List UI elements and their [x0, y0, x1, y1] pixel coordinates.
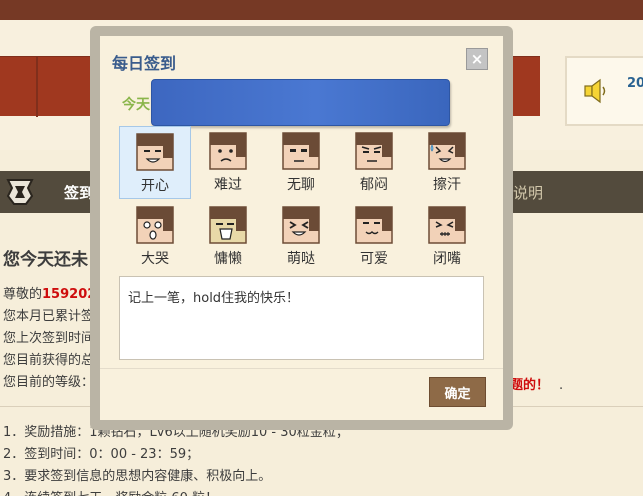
mood-label: 可爱 — [360, 251, 388, 267]
confirm-button[interactable]: 确定 — [429, 377, 486, 407]
mood-option-gloomy[interactable]: 郁闷 — [338, 126, 410, 199]
mood-option-crying[interactable]: 大哭 — [119, 200, 191, 273]
mood-option-happy[interactable]: 开心 — [119, 126, 191, 199]
mood-label: 慵懒 — [214, 251, 242, 267]
dialog-divider — [100, 368, 503, 369]
lovely-face-icon — [355, 206, 393, 244]
mood-label: 擦汗 — [433, 177, 461, 193]
mood-option-sweat[interactable]: 擦汗 — [411, 126, 483, 199]
mood-label: 闭嘴 — [433, 251, 461, 267]
mood-tooltip — [151, 79, 450, 126]
shut-up-face-icon — [428, 206, 466, 244]
lazy-face-icon — [209, 206, 247, 244]
sweat-face-icon — [428, 132, 466, 170]
cute-face-icon — [282, 206, 320, 244]
gloomy-face-icon — [355, 132, 393, 170]
mood-label: 郁闷 — [360, 177, 388, 193]
daily-signin-dialog: 每日签到 × 今天 开心 难过 无聊 郁闷 擦汗 大哭 慵懒 萌哒 可爱 闭嘴 … — [100, 36, 503, 420]
mood-message-input[interactable]: 记上一笔，hold住我的快乐！ — [119, 276, 484, 360]
today-label: 今天 — [122, 97, 150, 113]
happy-face-icon — [136, 133, 174, 171]
close-button[interactable]: × — [466, 48, 488, 70]
mood-label: 无聊 — [287, 177, 315, 193]
mood-option-cute[interactable]: 萌哒 — [265, 200, 337, 273]
mood-option-bored[interactable]: 无聊 — [265, 126, 337, 199]
bored-face-icon — [282, 132, 320, 170]
mood-label: 萌哒 — [287, 251, 315, 267]
crying-face-icon — [136, 206, 174, 244]
mood-option-lazy[interactable]: 慵懒 — [192, 200, 264, 273]
mood-label: 难过 — [214, 177, 242, 193]
mood-label: 开心 — [141, 178, 169, 194]
dialog-title: 每日签到 — [112, 54, 177, 73]
mood-option-shut-up[interactable]: 闭嘴 — [411, 200, 483, 273]
mood-option-lovely[interactable]: 可爱 — [338, 200, 410, 273]
mood-option-sad[interactable]: 难过 — [192, 126, 264, 199]
sad-face-icon — [209, 132, 247, 170]
mood-label: 大哭 — [141, 251, 169, 267]
